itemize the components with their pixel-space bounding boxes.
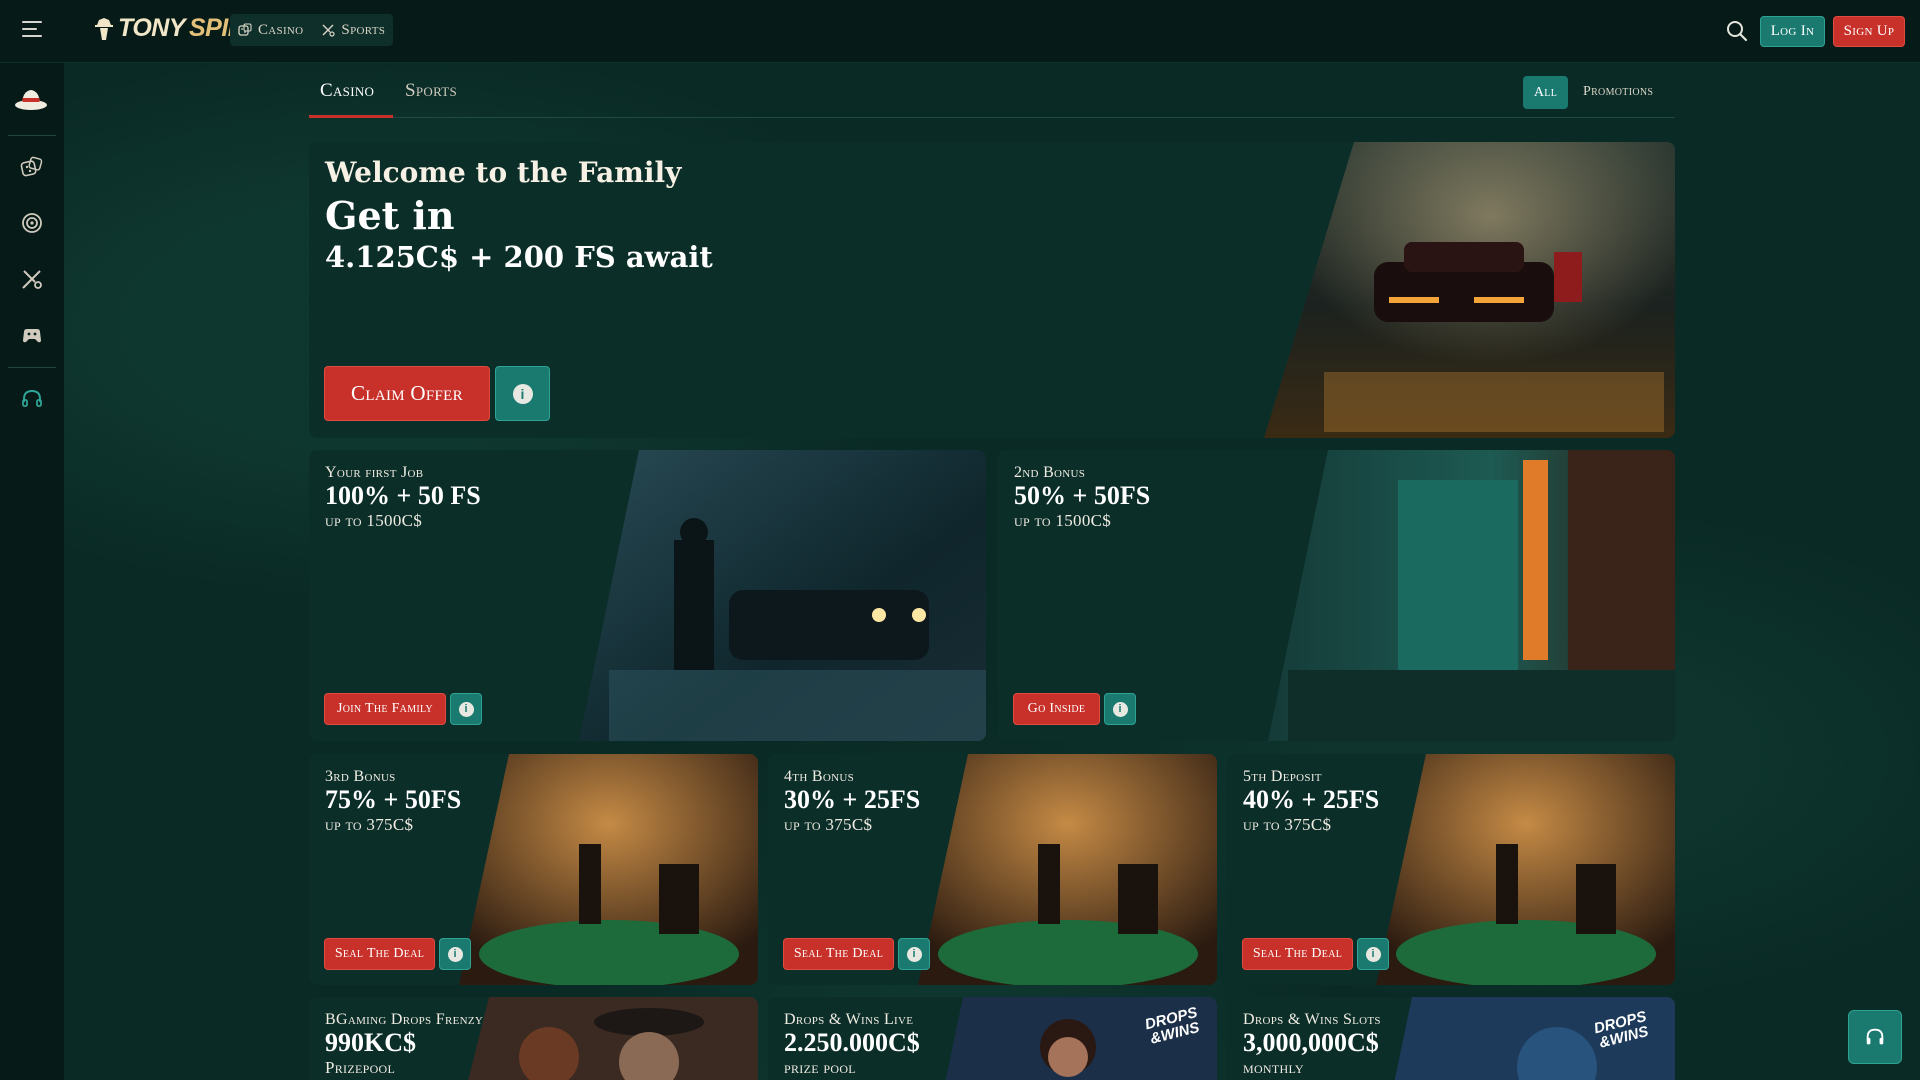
sports-icon bbox=[322, 24, 336, 37]
sidebar-divider bbox=[8, 135, 56, 136]
hero-banner: Welcome to the Family Get in 4.125C$ + 2… bbox=[309, 142, 1675, 438]
tab-sports[interactable]: Sports bbox=[405, 80, 457, 102]
promo-card-fourth-bonus: 4th Bonus 30% + 25FS up to 375C$ Seal Th… bbox=[768, 754, 1217, 985]
dice-icon[interactable] bbox=[20, 155, 44, 179]
filter-promotions[interactable]: Promotions bbox=[1583, 84, 1653, 100]
nav-sports-label: Sports bbox=[341, 21, 386, 38]
promo-headline: 50% + 50FS bbox=[1014, 481, 1151, 510]
go-inside-button[interactable]: Go Inside bbox=[1013, 693, 1100, 725]
promo-card-drops-wins-live: DROPS &WINS Drops & Wins Live 2.250.000C… bbox=[768, 997, 1217, 1080]
promo-sub: prize pool bbox=[784, 1058, 856, 1078]
info-icon: i bbox=[512, 383, 533, 404]
promo-headline: 990KC$ bbox=[325, 1028, 416, 1057]
promo-card-fifth-deposit: 5th Deposit 40% + 25FS up to 375C$ Seal … bbox=[1227, 754, 1675, 985]
info-icon: i bbox=[1112, 701, 1128, 717]
hero-car-image bbox=[1264, 142, 1675, 438]
promo-info-button[interactable]: i bbox=[1357, 938, 1389, 970]
promo-sub: up to 1500C$ bbox=[1014, 511, 1112, 531]
gamepad-icon[interactable] bbox=[20, 323, 44, 347]
promo-kicker: 5th Deposit bbox=[1243, 768, 1322, 785]
promo-info-button[interactable]: i bbox=[898, 938, 930, 970]
promo-headline: 3,000,000C$ bbox=[1243, 1028, 1379, 1057]
claim-offer-button[interactable]: Claim Offer bbox=[324, 366, 490, 421]
logo-text-tony: TONY bbox=[118, 14, 186, 42]
promo-card-bgaming-drops: BGaming Drops Frenzy 990KC$ Prizepool bbox=[309, 997, 758, 1080]
signup-button[interactable]: Sign Up bbox=[1833, 16, 1905, 47]
top-bar: TONY SPINS Casino Sports Log In Sign Up bbox=[0, 0, 1920, 63]
nav-sports[interactable]: Sports bbox=[321, 22, 385, 39]
promo-card-third-bonus: 3rd Bonus 75% + 50FS up to 375C$ Seal Th… bbox=[309, 754, 758, 985]
promo-sub: up to 375C$ bbox=[1243, 815, 1332, 835]
promo-headline: 40% + 25FS bbox=[1243, 785, 1380, 814]
promo-info-button[interactable]: i bbox=[450, 693, 482, 725]
promo-image-casino-room bbox=[459, 754, 758, 985]
seal-deal-button[interactable]: Seal The Deal bbox=[1242, 938, 1353, 970]
sports-icon[interactable] bbox=[20, 267, 44, 291]
search-icon[interactable] bbox=[1726, 20, 1748, 42]
hero-offer: 4.125C$ + 200 FS await bbox=[325, 240, 713, 274]
promo-sub: up to 375C$ bbox=[784, 815, 873, 835]
support-chat-button[interactable] bbox=[1848, 1010, 1902, 1064]
promo-kicker: Your first Job bbox=[325, 464, 424, 481]
promo-image-detective bbox=[579, 450, 986, 741]
hat-icon[interactable] bbox=[14, 85, 48, 113]
promo-card-second-bonus: 2nd Bonus 50% + 50FS up to 1500C$ Go Ins… bbox=[998, 450, 1675, 741]
sidebar-divider bbox=[8, 367, 56, 368]
hero-get-in: Get in bbox=[325, 193, 455, 238]
promo-card-first-job: Your first Job 100% + 50 FS up to 1500C$… bbox=[309, 450, 986, 741]
promo-sub: up to 375C$ bbox=[325, 815, 414, 835]
promo-info-button[interactable]: i bbox=[1104, 693, 1136, 725]
promo-kicker: BGaming Drops Frenzy bbox=[325, 1011, 484, 1028]
headset-icon bbox=[1866, 1028, 1884, 1045]
join-family-button[interactable]: Join The Family bbox=[324, 693, 446, 725]
promo-image-door bbox=[1268, 450, 1675, 741]
promo-headline: 75% + 50FS bbox=[325, 785, 462, 814]
login-button[interactable]: Log In bbox=[1760, 16, 1825, 47]
promo-image-characters bbox=[468, 997, 758, 1080]
info-icon: i bbox=[447, 946, 463, 962]
filter-all[interactable]: All bbox=[1523, 76, 1568, 109]
target-icon[interactable] bbox=[20, 211, 44, 235]
promo-sub: monthly bbox=[1243, 1058, 1304, 1078]
promo-sub: Prizepool bbox=[325, 1058, 396, 1078]
promo-image-casino-room bbox=[1376, 754, 1675, 985]
promo-kicker: 4th Bonus bbox=[784, 768, 854, 785]
promo-image-casino-room bbox=[918, 754, 1217, 985]
category-tabs: Casino Sports All Promotions bbox=[309, 70, 1675, 118]
promo-card-drops-wins-slots: DROPS &WINS Drops & Wins Slots 3,000,000… bbox=[1227, 997, 1675, 1080]
info-icon: i bbox=[458, 701, 474, 717]
promo-kicker: 2nd Bonus bbox=[1014, 464, 1086, 481]
top-nav: Casino Sports bbox=[230, 14, 394, 46]
promo-headline: 30% + 25FS bbox=[784, 785, 921, 814]
info-icon: i bbox=[1365, 946, 1381, 962]
seal-deal-button[interactable]: Seal The Deal bbox=[783, 938, 894, 970]
promo-kicker: Drops & Wins Live bbox=[784, 1011, 914, 1028]
hero-info-button[interactable]: i bbox=[495, 366, 550, 421]
logo-hat-icon bbox=[95, 17, 113, 40]
menu-icon[interactable] bbox=[22, 21, 42, 37]
promo-kicker: 3rd Bonus bbox=[325, 768, 396, 785]
headset-icon[interactable] bbox=[20, 387, 44, 411]
promo-kicker: Drops & Wins Slots bbox=[1243, 1011, 1381, 1028]
tab-casino[interactable]: Casino bbox=[320, 80, 374, 102]
seal-deal-button[interactable]: Seal The Deal bbox=[324, 938, 435, 970]
promo-sub: up to 1500C$ bbox=[325, 511, 423, 531]
promo-headline: 2.250.000C$ bbox=[784, 1028, 920, 1057]
promo-info-button[interactable]: i bbox=[439, 938, 471, 970]
nav-casino-label: Casino bbox=[258, 21, 304, 38]
dice-icon bbox=[238, 23, 252, 36]
info-icon: i bbox=[906, 946, 922, 962]
sidebar bbox=[0, 63, 64, 1080]
nav-casino[interactable]: Casino bbox=[238, 22, 303, 39]
active-tab-indicator bbox=[309, 115, 393, 118]
hero-welcome: Welcome to the Family bbox=[325, 156, 682, 189]
promo-headline: 100% + 50 FS bbox=[325, 481, 481, 510]
